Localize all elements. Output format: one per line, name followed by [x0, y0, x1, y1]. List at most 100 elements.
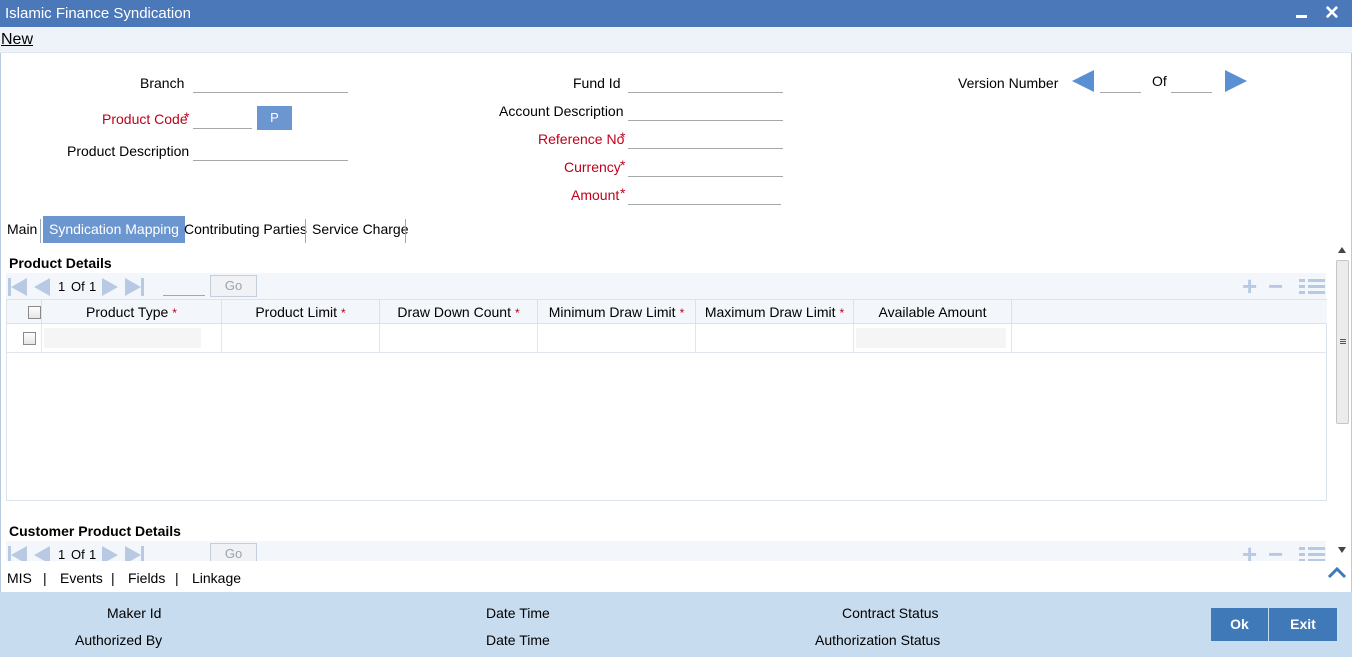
link-separator: |: [111, 570, 115, 586]
new-link[interactable]: New: [1, 31, 33, 49]
delete-row-icon[interactable]: −: [1268, 541, 1283, 561]
authorization-status-label: Authorization Status: [815, 632, 941, 648]
version-current-field[interactable]: [1100, 71, 1141, 93]
last-page-icon[interactable]: [125, 278, 141, 296]
linkage-link[interactable]: Linkage: [192, 570, 241, 586]
go-button[interactable]: Go: [210, 275, 257, 297]
pager-current: 1: [58, 279, 66, 294]
collapse-chevron-up-icon[interactable]: [1327, 562, 1347, 582]
fund-id-label: Fund Id: [573, 75, 621, 91]
events-link[interactable]: Events: [60, 570, 103, 586]
vertical-scrollbar[interactable]: [1335, 241, 1350, 559]
single-record-view-icon[interactable]: [1299, 279, 1325, 297]
scroll-down-icon[interactable]: [1338, 547, 1346, 553]
customer-product-details-title: Customer Product Details: [9, 523, 181, 539]
page-number-input[interactable]: [163, 276, 205, 296]
first-page-icon[interactable]: [11, 278, 27, 296]
column-header-maximum-draw-limit[interactable]: Maximum Draw Limit *: [696, 300, 854, 324]
product-description-label: Product Description: [67, 143, 190, 159]
column-header-product-limit[interactable]: Product Limit *: [222, 300, 380, 324]
next-version-icon[interactable]: [1225, 70, 1247, 92]
add-row-icon[interactable]: +: [1242, 273, 1257, 299]
pager-total: 1: [89, 547, 97, 561]
reference-no-required-mark: *: [620, 129, 626, 145]
reference-no-field[interactable]: [628, 127, 783, 149]
grid-header: Product Type * Product Limit * Draw Down C…: [7, 300, 1327, 324]
checker-date-time-label: Date Time: [486, 632, 550, 648]
product-type-input[interactable]: [44, 328, 201, 348]
menu-bar: New: [0, 27, 1352, 53]
close-button[interactable]: ✕: [1318, 0, 1346, 27]
maximum-draw-limit-cell[interactable]: [696, 324, 854, 352]
ok-button[interactable]: Ok: [1211, 608, 1268, 641]
product-code-field[interactable]: [193, 107, 252, 129]
pager-of-label: Of: [71, 279, 85, 294]
contract-status-label: Contract Status: [842, 605, 939, 621]
available-amount-cell: [854, 324, 1012, 352]
amount-label: Amount: [571, 187, 620, 203]
currency-label: Currency: [564, 159, 621, 175]
account-description-label: Account Description: [499, 103, 624, 119]
audit-footer: Maker Id Date Time Contract Status Autho…: [0, 592, 1352, 657]
product-lov-button[interactable]: P: [257, 106, 292, 130]
amount-field[interactable]: [628, 183, 781, 205]
product-description-field[interactable]: [193, 139, 348, 161]
reference-no-label: Reference No: [538, 131, 625, 147]
maker-date-time-label: Date Time: [486, 605, 550, 621]
pager-of-label: Of: [71, 547, 85, 561]
product-details-title: Product Details: [9, 255, 112, 271]
previous-version-icon[interactable]: [1072, 70, 1094, 92]
title-bar: Islamic Finance Syndication ✕: [0, 0, 1352, 27]
tab-main[interactable]: Main: [1, 216, 43, 243]
mis-link[interactable]: MIS: [7, 570, 32, 586]
tab-contributing-parties[interactable]: Contributing Parties: [178, 216, 313, 243]
row-checkbox[interactable]: [23, 332, 36, 345]
exit-button[interactable]: Exit: [1269, 608, 1337, 641]
previous-page-icon[interactable]: [34, 546, 50, 561]
fund-id-field[interactable]: [628, 71, 783, 93]
currency-required-mark: *: [620, 157, 626, 173]
last-page-icon[interactable]: [125, 546, 141, 561]
product-limit-cell[interactable]: [222, 324, 380, 352]
branch-label: Branch: [140, 75, 185, 91]
last-page-bar: [141, 278, 144, 296]
customer-product-details-pager: 1 Of 1 Go + −: [6, 541, 1326, 561]
currency-field[interactable]: [628, 155, 783, 177]
pager-current: 1: [58, 547, 66, 561]
minimum-draw-limit-cell[interactable]: [538, 324, 696, 352]
column-header-product-type[interactable]: Product Type *: [42, 300, 222, 324]
pager-total: 1: [89, 279, 97, 294]
scroll-up-icon[interactable]: [1338, 247, 1346, 253]
minimize-button[interactable]: [1287, 0, 1315, 27]
close-icon: ✕: [1324, 3, 1340, 24]
draw-down-count-cell[interactable]: [380, 324, 538, 352]
select-all-checkbox[interactable]: [28, 306, 41, 319]
delete-row-icon[interactable]: −: [1268, 273, 1283, 299]
fields-link[interactable]: Fields: [128, 570, 165, 586]
version-number-label: Version Number: [958, 75, 1059, 91]
product-code-label: Product Code: [102, 111, 188, 127]
product-details-pager: 1 Of 1 Go + −: [6, 273, 1326, 299]
table-row: [7, 324, 1327, 353]
column-header-minimum-draw-limit[interactable]: Minimum Draw Limit *: [538, 300, 696, 324]
go-button[interactable]: Go: [210, 543, 257, 561]
maker-id-label: Maker Id: [107, 605, 162, 621]
tab-syndication-mapping[interactable]: Syndication Mapping: [43, 216, 185, 243]
authorized-by-label: Authorized By: [75, 632, 163, 648]
scroll-thumb[interactable]: [1336, 260, 1349, 424]
next-page-icon[interactable]: [102, 278, 118, 296]
first-page-icon[interactable]: [11, 546, 27, 561]
select-all-cell: [7, 300, 42, 324]
column-header-available-amount[interactable]: Available Amount: [854, 300, 1012, 324]
account-description-field[interactable]: [628, 99, 783, 121]
product-code-required-mark: *: [184, 109, 190, 125]
previous-page-icon[interactable]: [34, 278, 50, 296]
version-total-field[interactable]: [1171, 71, 1212, 93]
tab-service-charge[interactable]: Service Charge: [306, 216, 415, 243]
column-header-draw-down-count[interactable]: Draw Down Count *: [380, 300, 538, 324]
next-page-icon[interactable]: [102, 546, 118, 561]
single-record-view-icon[interactable]: [1299, 547, 1325, 561]
add-row-icon[interactable]: +: [1242, 541, 1257, 561]
branch-field[interactable]: [193, 71, 348, 93]
amount-required-mark: *: [620, 185, 626, 201]
